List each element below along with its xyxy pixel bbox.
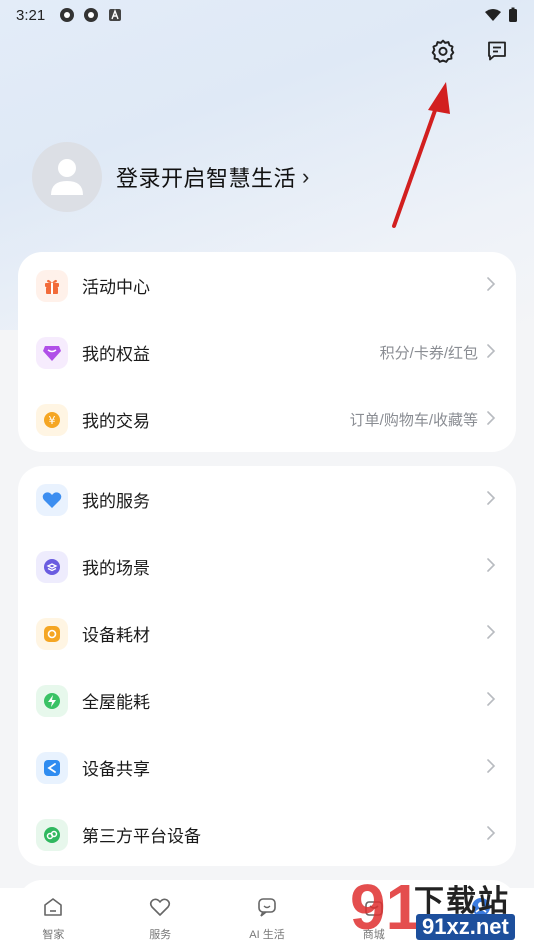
wifi-icon bbox=[485, 9, 501, 21]
list-item-label: 全屋能耗 bbox=[82, 693, 150, 712]
tab-2[interactable]: AI 生活 bbox=[222, 896, 312, 942]
heart-icon bbox=[36, 483, 68, 516]
list-item-label: 设备耗材 bbox=[82, 626, 150, 645]
list-item[interactable]: 我的场景 bbox=[18, 533, 516, 600]
app-a-icon bbox=[109, 9, 122, 21]
chevron-right-icon bbox=[486, 489, 496, 510]
battery-icon bbox=[509, 7, 517, 22]
list-item-label: 第三方平台设备 bbox=[82, 827, 201, 846]
app-notification-icon bbox=[60, 8, 75, 22]
message-icon bbox=[488, 41, 506, 61]
list-item[interactable]: 设备耗材 bbox=[18, 600, 516, 667]
login-profile[interactable]: 登录开启智慧生活 › bbox=[32, 142, 309, 212]
status-bar: 3:21 bbox=[0, 0, 534, 30]
energy-icon bbox=[36, 684, 68, 717]
annotation-arrow-icon bbox=[392, 82, 450, 228]
heart-icon bbox=[149, 896, 171, 923]
tab-label: 服务 bbox=[149, 929, 172, 941]
list-item[interactable]: 设备共享 bbox=[18, 734, 516, 801]
home-icon bbox=[42, 896, 64, 923]
list-item[interactable]: 我的权益 积分/卡券/红包 bbox=[18, 319, 516, 386]
settings-button[interactable] bbox=[428, 36, 458, 66]
chevron-right-icon bbox=[486, 757, 496, 778]
list-item-label: 我的权益 bbox=[82, 345, 150, 364]
chat-icon bbox=[256, 896, 278, 923]
list-item-label: 我的场景 bbox=[82, 559, 150, 578]
list-item-label: 我的服务 bbox=[82, 492, 150, 511]
tab-0[interactable]: 智家 bbox=[8, 896, 98, 942]
list-item-subtitle: 积分/卡券/红包 bbox=[379, 345, 478, 362]
watermark-logo: 91 下载站 91xz.net bbox=[350, 872, 530, 948]
list-item-label: 我的交易 bbox=[82, 412, 150, 431]
account-card: 活动中心我的权益 积分/卡券/红包 ¥ 我的交易 订单/购物车/收藏等 bbox=[18, 252, 516, 452]
list-item-subtitle: 订单/购物车/收藏等 bbox=[349, 412, 478, 429]
status-time: 3:21 bbox=[16, 6, 46, 24]
layers-icon bbox=[36, 550, 68, 583]
gear-icon bbox=[431, 39, 455, 63]
gift-icon bbox=[36, 269, 68, 302]
watermark-url: 91xz.net bbox=[416, 914, 515, 940]
share-icon bbox=[36, 751, 68, 784]
tab-label: 智家 bbox=[42, 929, 65, 941]
chevron-right-icon bbox=[486, 824, 496, 845]
tab-1[interactable]: 服务 bbox=[115, 896, 205, 942]
chevron-right-icon bbox=[486, 409, 496, 430]
chevron-right-icon bbox=[486, 275, 496, 296]
list-item[interactable]: 第三方平台设备 bbox=[18, 801, 516, 868]
gem-icon bbox=[36, 336, 68, 369]
list-item[interactable]: ¥ 我的交易 订单/购物车/收藏等 bbox=[18, 386, 516, 453]
tab-label: AI 生活 bbox=[249, 929, 285, 941]
chevron-right-icon bbox=[486, 690, 496, 711]
chevron-right-icon bbox=[486, 623, 496, 644]
messages-button[interactable] bbox=[482, 36, 512, 66]
svg-text:¥: ¥ bbox=[49, 414, 56, 427]
coin-icon: ¥ bbox=[36, 403, 68, 436]
login-prompt[interactable]: 登录开启智慧生活 bbox=[116, 161, 296, 193]
app-notification-icon bbox=[84, 8, 99, 22]
list-item[interactable]: 我的服务 bbox=[18, 466, 516, 533]
list-item-label: 活动中心 bbox=[82, 278, 150, 297]
user-icon bbox=[51, 159, 83, 195]
link-icon bbox=[36, 818, 68, 851]
chevron-right-icon bbox=[486, 342, 496, 363]
watermark-number: 91 bbox=[350, 871, 422, 943]
chevron-right-icon: › bbox=[302, 164, 310, 189]
top-actions bbox=[428, 36, 512, 66]
list-item[interactable]: 活动中心 bbox=[18, 252, 516, 319]
chevron-right-icon bbox=[486, 556, 496, 577]
refill-icon bbox=[36, 617, 68, 650]
list-item-label: 设备共享 bbox=[82, 760, 150, 779]
avatar[interactable] bbox=[32, 142, 102, 212]
features-card: 我的服务我的场景设备耗材全屋能耗设备共享第三方平台设备 bbox=[18, 466, 516, 866]
list-item[interactable]: 全屋能耗 bbox=[18, 667, 516, 734]
